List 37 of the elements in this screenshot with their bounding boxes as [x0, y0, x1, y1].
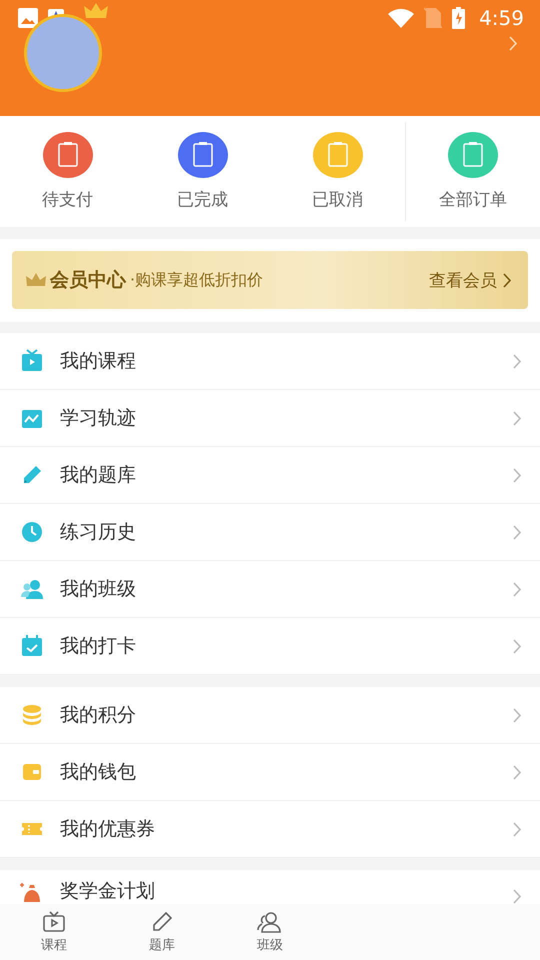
- tv-icon: [42, 910, 66, 934]
- chevron-icon: [513, 764, 522, 780]
- order-status-button[interactable]: 已完成: [135, 116, 270, 227]
- crown-icon: [26, 273, 46, 287]
- chevron-icon: [513, 410, 522, 426]
- chevron-icon: [513, 822, 522, 836]
- no-sim-icon: [424, 7, 442, 29]
- chevron-icon: [513, 708, 522, 722]
- tv-icon: [20, 349, 44, 373]
- calendar-icon: [20, 634, 44, 658]
- people-icon: [20, 577, 44, 601]
- clock-icon: [20, 520, 44, 544]
- order-status-button[interactable]: 待支付: [0, 116, 135, 227]
- banner-title: 会员中心: [50, 268, 126, 293]
- nav-tab[interactable]: 班级: [216, 904, 324, 960]
- order-status-button[interactable]: 全部订单: [405, 122, 540, 221]
- chevron-icon: [509, 36, 518, 51]
- chevron-icon: [503, 272, 512, 288]
- order-status-button[interactable]: 已取消: [270, 116, 405, 227]
- nav-tab[interactable]: 题库: [108, 904, 216, 960]
- people-icon: [257, 910, 283, 934]
- coins-icon: [20, 703, 44, 727]
- pencil-icon: [150, 910, 174, 934]
- chevron-icon: [513, 638, 522, 654]
- chevron-icon: [513, 354, 522, 368]
- member-banner[interactable]: 会员中心 ·购课享超低折扣价 查看会员: [12, 251, 528, 309]
- battery-charging-icon: [452, 7, 466, 29]
- banner-subtitle: ·购课享超低折扣价: [130, 270, 264, 290]
- view-membership-link[interactable]: 查看会员: [429, 268, 512, 292]
- nav-tab[interactable]: 课程: [0, 904, 108, 960]
- chevron-icon: [513, 889, 522, 904]
- chevron-icon: [513, 582, 522, 596]
- wifi-icon: [388, 8, 414, 28]
- image-icon: [18, 8, 38, 28]
- chevron-icon: [513, 524, 522, 540]
- status-time: 4:59: [479, 6, 524, 30]
- chevron-icon: [513, 468, 522, 482]
